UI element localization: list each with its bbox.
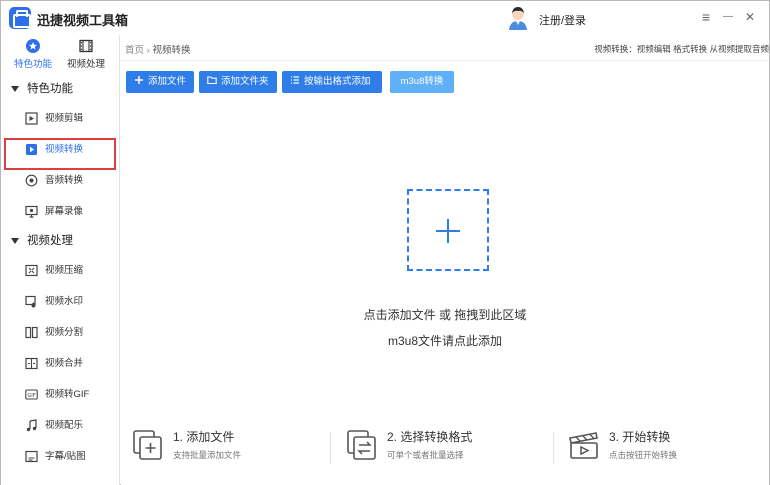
step-subtitle: 点击按钮开始转换: [609, 450, 678, 460]
breadcrumb-current: 视频转换: [152, 45, 191, 56]
sidebar-item-label: 音频转换: [45, 175, 84, 186]
sidebar-item-label: 视频水印: [45, 296, 84, 307]
sidebar-item-label: 视频转换: [45, 144, 84, 155]
video-merge-icon: [25, 357, 38, 370]
sidebar-item-label: 视频合并: [45, 358, 84, 369]
dropzone-hint[interactable]: 点击添加文件 或 拖拽到此区域: [121, 306, 769, 323]
tab-featured-label: 特色功能: [13, 59, 52, 70]
section-video-processing-title: 视频处理: [27, 235, 73, 247]
m3u8-convert-button[interactable]: m3u8转换: [390, 71, 454, 93]
app-window: 迅捷视频工具箱 注册/登录 ≡ — ✕ 特色功能 视频处理 特色功能 视频剪辑 …: [0, 0, 770, 485]
steps-guide: 1. 添加文件 支持批量添加文件 2. 选择转换格式 可单个或者批量选择 3. …: [121, 420, 769, 480]
file-dropzone[interactable]: [407, 189, 489, 271]
step-title: 1. 添加文件: [173, 430, 235, 444]
sidebar-item-label: 视频剪辑: [45, 113, 84, 124]
add-file-button[interactable]: 添加文件: [126, 71, 194, 93]
step-subtitle: 可单个或者批量选择: [387, 450, 464, 460]
sidebar-item-label: 视频压缩: [45, 265, 84, 276]
add-file-icon: [133, 430, 162, 460]
section-video-processing[interactable]: 视频处理: [1, 227, 119, 255]
breadcrumb-bar: 首页 › 视频转换 视频转换：视频编辑 格式转换 从视频提取音频: [121, 35, 769, 61]
sidebar-item-video-merge[interactable]: 视频合并: [1, 348, 119, 379]
format-select-icon: [347, 430, 376, 460]
step-divider: [330, 432, 331, 464]
breadcrumb-separator: ›: [146, 45, 150, 56]
film-icon: [79, 39, 93, 53]
sidebar-item-label: 视频配乐: [45, 420, 84, 431]
video-split-icon: [25, 326, 38, 339]
sidebar-item-video-watermark[interactable]: 视频水印: [1, 286, 119, 317]
folder-icon: [207, 76, 217, 85]
add-folder-label: 添加文件夹: [221, 76, 269, 87]
plus-icon: [135, 76, 143, 85]
add-by-format-button[interactable]: 按输出格式添加: [282, 71, 382, 93]
svg-text:GIF: GIF: [27, 393, 35, 399]
breadcrumb-home[interactable]: 首页: [125, 45, 144, 56]
gif-icon: GIF: [25, 389, 38, 400]
audio-convert-icon: [25, 174, 38, 187]
sidebar-item-video-gif[interactable]: GIF 视频转GIF: [1, 379, 119, 410]
menu-icon[interactable]: ≡: [698, 9, 714, 25]
add-folder-button[interactable]: 添加文件夹: [199, 71, 277, 93]
main-panel: 首页 › 视频转换 视频转换：视频编辑 格式转换 从视频提取音频 添加文件 添加…: [121, 35, 769, 485]
step-subtitle: 支持批量添加文件: [173, 450, 242, 460]
sidebar-item-label: 屏幕录像: [45, 206, 84, 217]
title-bar: 迅捷视频工具箱 注册/登录 ≡ — ✕: [1, 1, 769, 35]
close-button[interactable]: ✕: [742, 9, 758, 25]
video-watermark-icon: [25, 295, 36, 308]
subtitle-icon: [25, 450, 38, 463]
step-title: 3. 开始转换: [609, 430, 671, 444]
sidebar: 特色功能 视频处理 特色功能 视频剪辑 视频转换 音频转换 屏幕录像 视频处理 …: [1, 35, 120, 485]
video-edit-icon: [25, 112, 38, 125]
breadcrumb: 首页 › 视频转换: [125, 42, 190, 56]
sidebar-item-video-convert[interactable]: 视频转换: [1, 134, 119, 165]
sidebar-item-label: 视频分割: [45, 327, 84, 338]
sidebar-item-video-split[interactable]: 视频分割: [1, 317, 119, 348]
tab-video-processing[interactable]: 视频处理: [61, 39, 111, 70]
caret-down-icon: [11, 238, 19, 244]
sidebar-item-video-music[interactable]: 视频配乐: [1, 410, 119, 441]
video-compress-icon: [25, 264, 38, 277]
sidebar-item-audio-convert[interactable]: 音频转换: [1, 165, 119, 196]
minimize-button[interactable]: —: [720, 9, 736, 25]
sidebar-item-video-edit[interactable]: 视频剪辑: [1, 103, 119, 134]
sidebar-item-subtitle[interactable]: 字幕/贴图: [1, 441, 119, 472]
sidebar-item-video-compress[interactable]: 视频压缩: [1, 255, 119, 286]
section-featured[interactable]: 特色功能: [1, 75, 119, 103]
step-divider: [553, 432, 554, 464]
sidebar-item-label: 字幕/贴图: [45, 451, 86, 462]
dropzone-plus-icon-vertical: [447, 219, 449, 243]
user-avatar-icon[interactable]: [507, 5, 529, 31]
caret-down-icon: [11, 86, 19, 92]
section-featured-title: 特色功能: [27, 83, 73, 95]
list-icon: [291, 76, 299, 85]
video-convert-icon: [26, 144, 37, 155]
quick-links[interactable]: 视频转换：视频编辑 格式转换 从视频提取音频: [594, 43, 769, 55]
screen-record-icon: [25, 205, 38, 218]
add-by-format-label: 按输出格式添加: [304, 76, 371, 87]
sidebar-item-screen-record[interactable]: 屏幕录像: [1, 196, 119, 227]
tab-video-processing-label: 视频处理: [66, 59, 105, 70]
sidebar-item-label: 视频转GIF: [45, 389, 90, 400]
tab-featured[interactable]: 特色功能: [8, 39, 58, 70]
step-title: 2. 选择转换格式: [387, 430, 473, 444]
app-title: 迅捷视频工具箱: [37, 13, 129, 28]
m3u8-hint-link[interactable]: m3u8文件请点此添加: [121, 332, 769, 349]
star-icon: [26, 39, 40, 53]
sidebar-top-tabs: 特色功能 视频处理: [1, 35, 119, 75]
music-icon: [26, 419, 37, 432]
add-file-label: 添加文件: [148, 76, 187, 87]
start-convert-icon: [569, 432, 598, 459]
login-link[interactable]: 注册/登录: [539, 12, 586, 28]
app-logo-icon: [9, 7, 31, 29]
